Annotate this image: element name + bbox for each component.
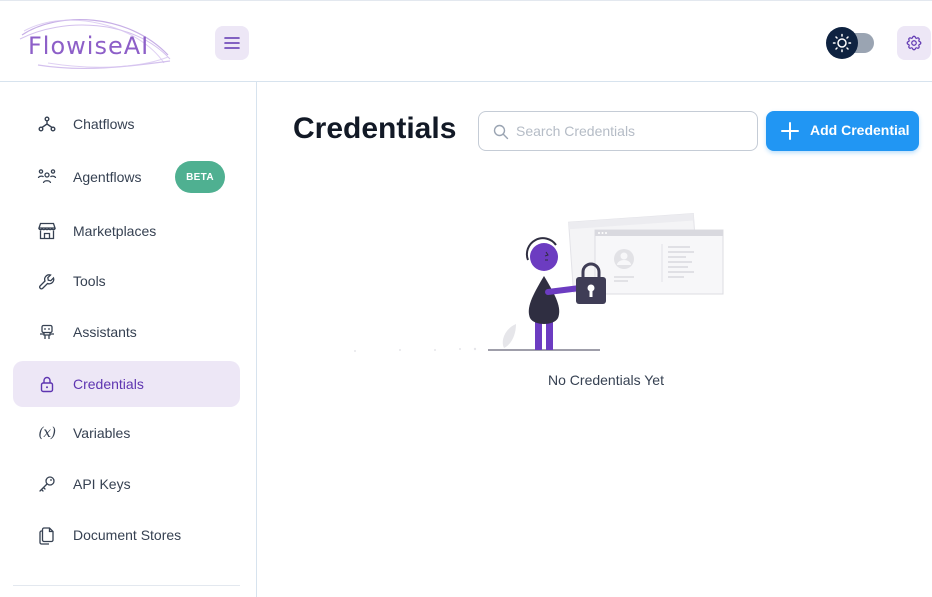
theme-toggle-switch[interactable]	[826, 27, 876, 59]
empty-credentials-illustration	[354, 212, 724, 352]
sidebar-divider	[13, 585, 240, 586]
top-header: FlowiseAI	[0, 0, 932, 82]
sidebar-item-label: Credentials	[73, 376, 144, 392]
sidebar-item-label: Assistants	[73, 324, 137, 340]
search-icon	[493, 124, 509, 140]
plus-icon	[781, 122, 799, 140]
sidebar-item-marketplaces[interactable]: Marketplaces	[13, 208, 240, 254]
page-title: Credentials	[293, 112, 457, 145]
add-credential-button[interactable]: Add Credential	[766, 111, 919, 151]
files-icon	[37, 525, 57, 545]
sidebar-item-api-keys[interactable]: API Keys	[13, 461, 240, 507]
sidebar: Chatflows Agentflows BETA Marketplaces T…	[0, 82, 257, 597]
gear-icon	[906, 35, 922, 51]
sidebar-item-label: Variables	[73, 425, 131, 441]
search-input[interactable]	[516, 120, 751, 142]
sidebar-item-label: Document Stores	[73, 527, 182, 543]
users-group-icon	[37, 167, 57, 187]
robot-icon	[37, 322, 57, 342]
sidebar-item-chatflows[interactable]: Chatflows	[13, 101, 240, 147]
key-icon	[37, 474, 57, 494]
sidebar-item-tools[interactable]: Tools	[13, 258, 240, 304]
flowise-logo[interactable]: FlowiseAI	[18, 15, 178, 71]
sidebar-item-agentflows[interactable]: Agentflows BETA	[13, 154, 240, 200]
variable-icon: (x)	[38, 425, 56, 441]
toggle-knob	[826, 27, 858, 59]
sidebar-item-document-stores[interactable]: Document Stores	[13, 512, 240, 558]
search-box[interactable]	[478, 111, 758, 151]
sidebar-item-credentials[interactable]: Credentials	[13, 361, 240, 407]
sidebar-item-variables[interactable]: (x) Variables	[13, 410, 240, 456]
settings-button[interactable]	[897, 26, 931, 60]
sun-icon	[832, 33, 852, 53]
sidebar-item-label: Chatflows	[73, 116, 135, 132]
beta-badge: BETA	[175, 161, 225, 193]
lock-icon	[37, 374, 57, 394]
hierarchy-icon	[37, 114, 57, 134]
sidebar-item-label: API Keys	[73, 476, 131, 492]
logo-text: FlowiseAI	[28, 32, 150, 60]
empty-state-message: No Credentials Yet	[548, 372, 664, 388]
menu-toggle-button[interactable]	[215, 26, 249, 60]
add-credential-label: Add Credential	[810, 122, 910, 138]
sidebar-item-label: Agentflows	[73, 169, 142, 185]
hamburger-menu-icon	[224, 37, 240, 49]
sidebar-item-assistants[interactable]: Assistants	[13, 309, 240, 355]
tool-icon	[37, 271, 57, 291]
building-store-icon	[37, 221, 57, 241]
sidebar-item-label: Marketplaces	[73, 223, 157, 239]
sidebar-item-label: Tools	[73, 273, 106, 289]
